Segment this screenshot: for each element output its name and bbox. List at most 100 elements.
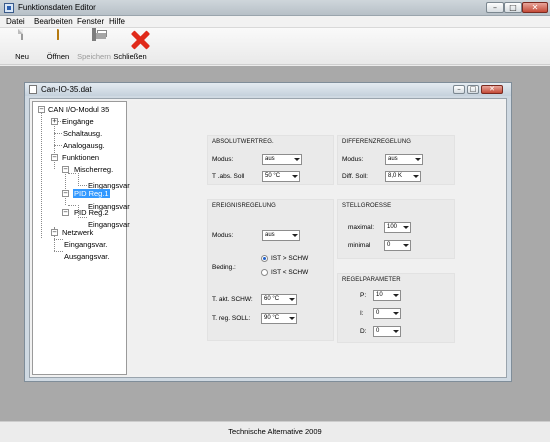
dropdown-arrow-icon xyxy=(289,317,295,320)
maximize-button[interactable]: □ xyxy=(504,2,522,13)
dropdown-arrow-icon xyxy=(393,294,399,297)
tree-item-network-inputs[interactable]: Eingangsvar. xyxy=(64,240,107,249)
tree-item-functions[interactable]: Funktionen xyxy=(62,153,99,162)
absolute-mode-label: Modus: xyxy=(212,156,234,163)
app-icon xyxy=(4,3,14,13)
actuator-max-select[interactable]: 100 xyxy=(384,222,411,233)
menu-datei[interactable]: Datei xyxy=(6,17,25,26)
document-maximize-button[interactable]: □ xyxy=(467,85,479,94)
param-d-value: 0 xyxy=(376,328,380,334)
new-label: Neu xyxy=(15,52,29,61)
event-threshold-select[interactable]: 60 °C xyxy=(261,294,297,305)
document-icon xyxy=(29,85,37,94)
param-i-select[interactable]: 0 xyxy=(373,308,401,319)
event-threshold-value: 60 °C xyxy=(264,296,280,302)
save-label: Speichern xyxy=(77,52,111,61)
difference-mode-select[interactable]: aus xyxy=(385,154,423,165)
document-title: Can-IO-35.dat xyxy=(41,85,92,94)
event-title: EREIGNISREGELUNG xyxy=(212,203,276,209)
minimize-button[interactable]: – xyxy=(486,2,504,13)
dropdown-arrow-icon xyxy=(413,175,419,178)
difference-setpoint-label: Diff. Soll: xyxy=(342,173,368,180)
window-title: Funktionsdaten Editor xyxy=(18,3,96,12)
event-mode-select[interactable]: aus xyxy=(262,230,300,241)
floppy-disk-icon xyxy=(92,28,96,41)
tree-item-switch-outputs[interactable]: Schaltausg. xyxy=(63,129,102,138)
toolbar: Neu Öffnen Speichern Schließen xyxy=(0,28,550,65)
param-d-label: D: xyxy=(360,328,367,335)
dropdown-arrow-icon xyxy=(393,312,399,315)
dropdown-arrow-icon xyxy=(393,330,399,333)
condition-greater-label: IST > SCHW xyxy=(271,255,309,262)
document-body: − CAN I/O-Modul 35 + Eingänge Schaltausg… xyxy=(29,98,507,378)
condition-greater-radio[interactable] xyxy=(261,255,268,262)
tree-item-network-outputs[interactable]: Ausgangsvar. xyxy=(64,252,109,261)
param-p-select[interactable]: 10 xyxy=(373,290,401,301)
tree-item-pid1[interactable]: PID Reg.1 xyxy=(73,189,110,198)
new-button[interactable]: Neu xyxy=(2,29,42,61)
actuator-min-select[interactable]: 0 xyxy=(384,240,411,251)
event-condition-label: Beding.: xyxy=(212,264,236,271)
actuator-group: STELLGROESSE maximal: 100 minimal 0 xyxy=(337,199,455,259)
dropdown-arrow-icon xyxy=(403,244,409,247)
tree-item-pid2[interactable]: PID Reg.2 xyxy=(74,208,109,217)
dropdown-arrow-icon xyxy=(415,158,421,161)
absolute-setpoint-value: 50 °C xyxy=(265,173,281,179)
absolute-title: ABSOLUTWERTREG. xyxy=(212,139,274,145)
param-p-label: P: xyxy=(360,292,367,299)
param-d-select[interactable]: 0 xyxy=(373,326,401,337)
close-window-button[interactable]: ✕ xyxy=(522,2,548,13)
tree-item-root[interactable]: CAN I/O-Modul 35 xyxy=(48,105,109,114)
dropdown-arrow-icon xyxy=(403,226,409,229)
expand-mixer-icon[interactable]: − xyxy=(62,166,69,173)
difference-title: DIFFERENZREGELUNG xyxy=(342,139,412,145)
menu-fenster[interactable]: Fenster xyxy=(77,17,104,26)
event-setpoint-select[interactable]: 90 °C xyxy=(261,313,297,324)
dropdown-arrow-icon xyxy=(294,158,300,161)
dropdown-arrow-icon xyxy=(292,234,298,237)
expand-pid1-icon[interactable]: − xyxy=(62,190,69,197)
dropdown-arrow-icon xyxy=(289,298,295,301)
function-tree[interactable]: − CAN I/O-Modul 35 + Eingänge Schaltausg… xyxy=(32,101,131,375)
difference-mode-label: Modus: xyxy=(342,156,364,163)
status-text: Technische Alternative 2009 xyxy=(228,427,322,436)
new-document-icon xyxy=(21,29,23,40)
expand-inputs-icon[interactable]: + xyxy=(51,118,58,125)
difference-mode-value: aus xyxy=(388,156,398,162)
status-bar: Technische Alternative 2009 xyxy=(0,421,550,442)
absolute-mode-select[interactable]: aus xyxy=(262,154,302,165)
difference-control-group: DIFFERENZREGELUNG Modus: aus Diff. Soll:… xyxy=(337,135,455,185)
absolute-setpoint-select[interactable]: 50 °C xyxy=(262,171,300,182)
document-minimize-button[interactable]: – xyxy=(453,85,465,94)
open-button[interactable]: Öffnen xyxy=(38,29,78,61)
tree-item-pid2-inputs[interactable]: Eingangsvar. xyxy=(88,220,131,229)
difference-setpoint-select[interactable]: 8,0 K xyxy=(385,171,421,182)
condition-less-radio[interactable] xyxy=(261,269,268,276)
actuator-max-label: maximal: xyxy=(348,224,375,231)
tree-item-mixer[interactable]: Mischerreg. xyxy=(74,165,113,174)
actuator-max-value: 100 xyxy=(387,224,398,230)
param-p-value: 10 xyxy=(376,292,383,298)
close-button[interactable]: Schließen xyxy=(110,30,150,61)
expand-functions-icon[interactable]: − xyxy=(51,154,58,161)
condition-less-label: IST < SCHW xyxy=(271,269,309,276)
menu-bearbeiten[interactable]: Bearbeiten xyxy=(34,17,73,26)
dropdown-arrow-icon xyxy=(292,175,298,178)
control-parameters-group: REGELPARAMETER P: 10 I: 0 D: 0 xyxy=(337,273,455,343)
parameters-title: REGELPARAMETER xyxy=(342,277,401,283)
expand-root-icon[interactable]: − xyxy=(38,106,45,113)
event-setpoint-label: T. reg. SOLL: xyxy=(212,315,251,322)
menu-hilfe[interactable]: Hilfe xyxy=(109,17,125,26)
save-button[interactable]: Speichern xyxy=(74,28,114,61)
actuator-title: STELLGROESSE xyxy=(342,203,392,209)
tree-item-inputs[interactable]: Eingänge xyxy=(62,117,94,126)
event-mode-label: Modus: xyxy=(212,232,234,239)
tree-item-network[interactable]: Netzwerk xyxy=(62,228,93,237)
absolute-mode-value: aus xyxy=(265,156,275,162)
document-title-bar: Can-IO-35.dat – □ ✕ xyxy=(25,83,511,96)
close-label: Schließen xyxy=(113,52,147,61)
tree-item-analog-outputs[interactable]: Analogausg. xyxy=(63,141,105,150)
expand-network-icon[interactable]: − xyxy=(51,229,58,236)
document-close-button[interactable]: ✕ xyxy=(481,85,503,94)
expand-pid2-icon[interactable]: − xyxy=(62,209,69,216)
